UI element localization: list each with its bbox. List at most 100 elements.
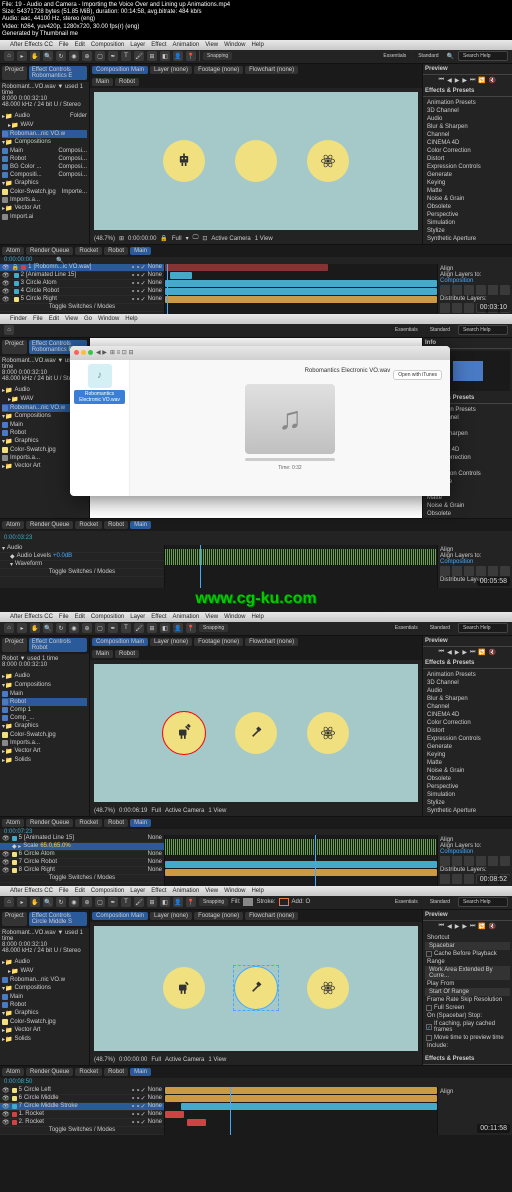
folder-audio[interactable]: ▸📁AudioFolder <box>2 112 87 121</box>
home-icon[interactable]: ⌂ <box>4 51 14 61</box>
menu-file[interactable]: File <box>33 316 43 322</box>
item-main[interactable]: MainComposi... <box>2 147 87 155</box>
pen-tool-icon[interactable]: ✒ <box>108 51 118 61</box>
pan-behind-tool-icon[interactable]: ⊕ <box>82 51 92 61</box>
open-with-button[interactable]: Open with iTunes <box>393 370 442 380</box>
layer-row[interactable]: 👁🔒1[Robomn...ic VO.wav]⚬⚬✓None <box>0 264 164 272</box>
minimize-window-icon[interactable] <box>81 350 86 355</box>
composition-viewport[interactable] <box>94 926 418 1051</box>
item-imports[interactable]: Imports.a... <box>2 196 87 204</box>
zoom-level[interactable]: (48.7%) <box>94 236 115 242</box>
item-color-swatch[interactable]: Color-Swatch.jpgImporte... <box>2 188 87 196</box>
loop-icon[interactable]: 🔁 <box>478 77 485 84</box>
flowchart-none-tab[interactable]: Flowchart (none) <box>245 66 298 74</box>
brush-tool-icon[interactable]: 🖌 <box>134 51 144 61</box>
menu-edit[interactable]: Edit <box>49 316 59 322</box>
menu-go[interactable]: Go <box>84 316 92 322</box>
comp-main-tab[interactable]: Composition Main <box>92 66 148 74</box>
item-robo-wav[interactable]: Roboman...nic VO.w <box>2 130 87 138</box>
audio-scrubber[interactable] <box>245 458 335 461</box>
menu-window[interactable]: Window <box>98 316 119 322</box>
align-top-icon[interactable] <box>476 285 486 295</box>
item-comp[interactable]: Compositi...Composi... <box>2 171 87 179</box>
menu-animation[interactable]: Animation <box>173 42 200 48</box>
subcomp-main[interactable]: Main <box>92 78 113 86</box>
rotate-tool-icon[interactable]: ↻ <box>56 51 66 61</box>
dist-icon[interactable] <box>440 303 450 313</box>
next-frame-icon[interactable]: ▶ <box>462 77 467 84</box>
search-help-input[interactable]: Search Help <box>458 51 508 61</box>
tl-main-tab[interactable]: Main <box>130 247 151 255</box>
menu-view[interactable]: View <box>205 42 218 48</box>
menu-file[interactable]: File <box>59 42 69 48</box>
shape-tool-icon[interactable]: ▢ <box>95 51 105 61</box>
home-icon[interactable]: ⌂ <box>4 325 14 335</box>
zoom-tool-icon[interactable]: 🔍 <box>43 51 53 61</box>
camera-tool-icon[interactable]: ◉ <box>69 51 79 61</box>
hand-tool-icon[interactable]: ✋ <box>30 51 40 61</box>
menu-help[interactable]: Help <box>251 42 263 48</box>
align-left-icon[interactable] <box>440 285 450 295</box>
finder-column[interactable]: ♪ Robomantics Electronic VO.wav <box>70 360 130 496</box>
prev-frame-icon[interactable]: ◀ <box>447 77 452 84</box>
view-count[interactable]: 1 View <box>255 236 273 242</box>
current-timecode[interactable]: 0:00:00:00 <box>0 257 36 263</box>
camera-selector[interactable]: Active Camera <box>211 236 250 242</box>
subcomp-robot[interactable]: Robot <box>115 78 139 86</box>
resolution-selector[interactable]: Full <box>172 236 182 242</box>
finder-menubar[interactable]: Finder File Edit View Go Window Help <box>0 314 512 324</box>
align-right-icon[interactable] <box>464 285 474 295</box>
text-tool-icon[interactable]: T <box>121 51 131 61</box>
menu-layer[interactable]: Layer <box>130 42 145 48</box>
play-icon[interactable]: ▶ <box>455 77 460 84</box>
align-hcenter-icon[interactable] <box>452 285 462 295</box>
mute-icon[interactable]: 🔇 <box>489 77 496 84</box>
item-vector[interactable]: ▸📁Vector Art <box>2 204 87 213</box>
selection-tool-icon[interactable]: ▸ <box>17 51 27 61</box>
item-import-ai[interactable]: Import.ai <box>2 213 87 221</box>
circle-middle-selected[interactable] <box>235 967 277 1009</box>
folder-compositions[interactable]: ▾📁Compositions <box>2 138 87 147</box>
tl-atom-tab[interactable]: Atom <box>2 247 24 255</box>
effects-list[interactable]: Animation Presets 3D Channel Audio Blur … <box>423 97 512 244</box>
menu-effect[interactable]: Effect <box>151 42 166 48</box>
folder-graphics[interactable]: ▾📁Graphics <box>2 179 87 188</box>
last-frame-icon[interactable]: ⏭ <box>470 77 475 84</box>
eraser-tool-icon[interactable]: ◧ <box>160 51 170 61</box>
circle-robot-selected[interactable] <box>163 712 205 754</box>
tl-render-tab[interactable]: Render Queue <box>26 247 73 255</box>
playhead[interactable] <box>167 264 168 316</box>
layer-row[interactable]: 👁2[Animated Line 15]⚬⚬✓None <box>0 272 164 280</box>
workspace-selector[interactable]: Essentials <box>379 52 410 60</box>
finder-file-item[interactable]: ♪ Robomantics Electronic VO.wav <box>74 364 125 404</box>
layer-none-tab[interactable]: Layer (none) <box>150 66 192 74</box>
finder-window[interactable]: ◀ ▶ ⊞ ≡ ⊡ ⊟ ♪ Robomantics Electronic VO.… <box>70 346 450 496</box>
maximize-window-icon[interactable] <box>88 350 93 355</box>
toggle-switches[interactable]: Toggle Switches / Modes <box>0 304 164 312</box>
effect-controls-tab[interactable]: Effect Controls Robomantics E <box>29 66 87 80</box>
align-bottom-icon[interactable] <box>500 285 510 295</box>
composition-viewport[interactable] <box>94 664 418 802</box>
item-circle-right[interactable]: BG Color ...Composi... <box>2 163 87 171</box>
stamp-tool-icon[interactable]: ⊞ <box>147 51 157 61</box>
footage-none-tab[interactable]: Footage (none) <box>194 66 243 74</box>
timeline-tracks[interactable] <box>165 264 437 316</box>
dist-icon[interactable] <box>464 303 474 313</box>
menu-window[interactable]: Window <box>224 42 245 48</box>
timecode-display[interactable]: 0:00:00:00 <box>128 236 156 242</box>
tl-robot-tab[interactable]: Robot <box>104 247 128 255</box>
align-vcenter-icon[interactable] <box>488 285 498 295</box>
puppet-tool-icon[interactable]: 📍 <box>186 51 196 61</box>
layer-row[interactable]: 👁5Circle Right⚬⚬✓None <box>0 296 164 304</box>
menu-composition[interactable]: Composition <box>91 42 124 48</box>
close-window-icon[interactable] <box>74 350 79 355</box>
roto-tool-icon[interactable]: 👤 <box>173 51 183 61</box>
first-frame-icon[interactable]: ⏮ <box>439 77 444 84</box>
folder-wav[interactable]: ▸📁WAV <box>2 121 87 130</box>
layer-row[interactable]: 👁3Circle Atom⚬⚬✓None <box>0 280 164 288</box>
standard-selector[interactable]: Standard <box>414 52 442 60</box>
menu-help[interactable]: Help <box>125 316 137 322</box>
composition-viewport[interactable] <box>94 92 418 230</box>
dist-icon[interactable] <box>452 303 462 313</box>
item-robot[interactable]: RobotComposi... <box>2 155 87 163</box>
